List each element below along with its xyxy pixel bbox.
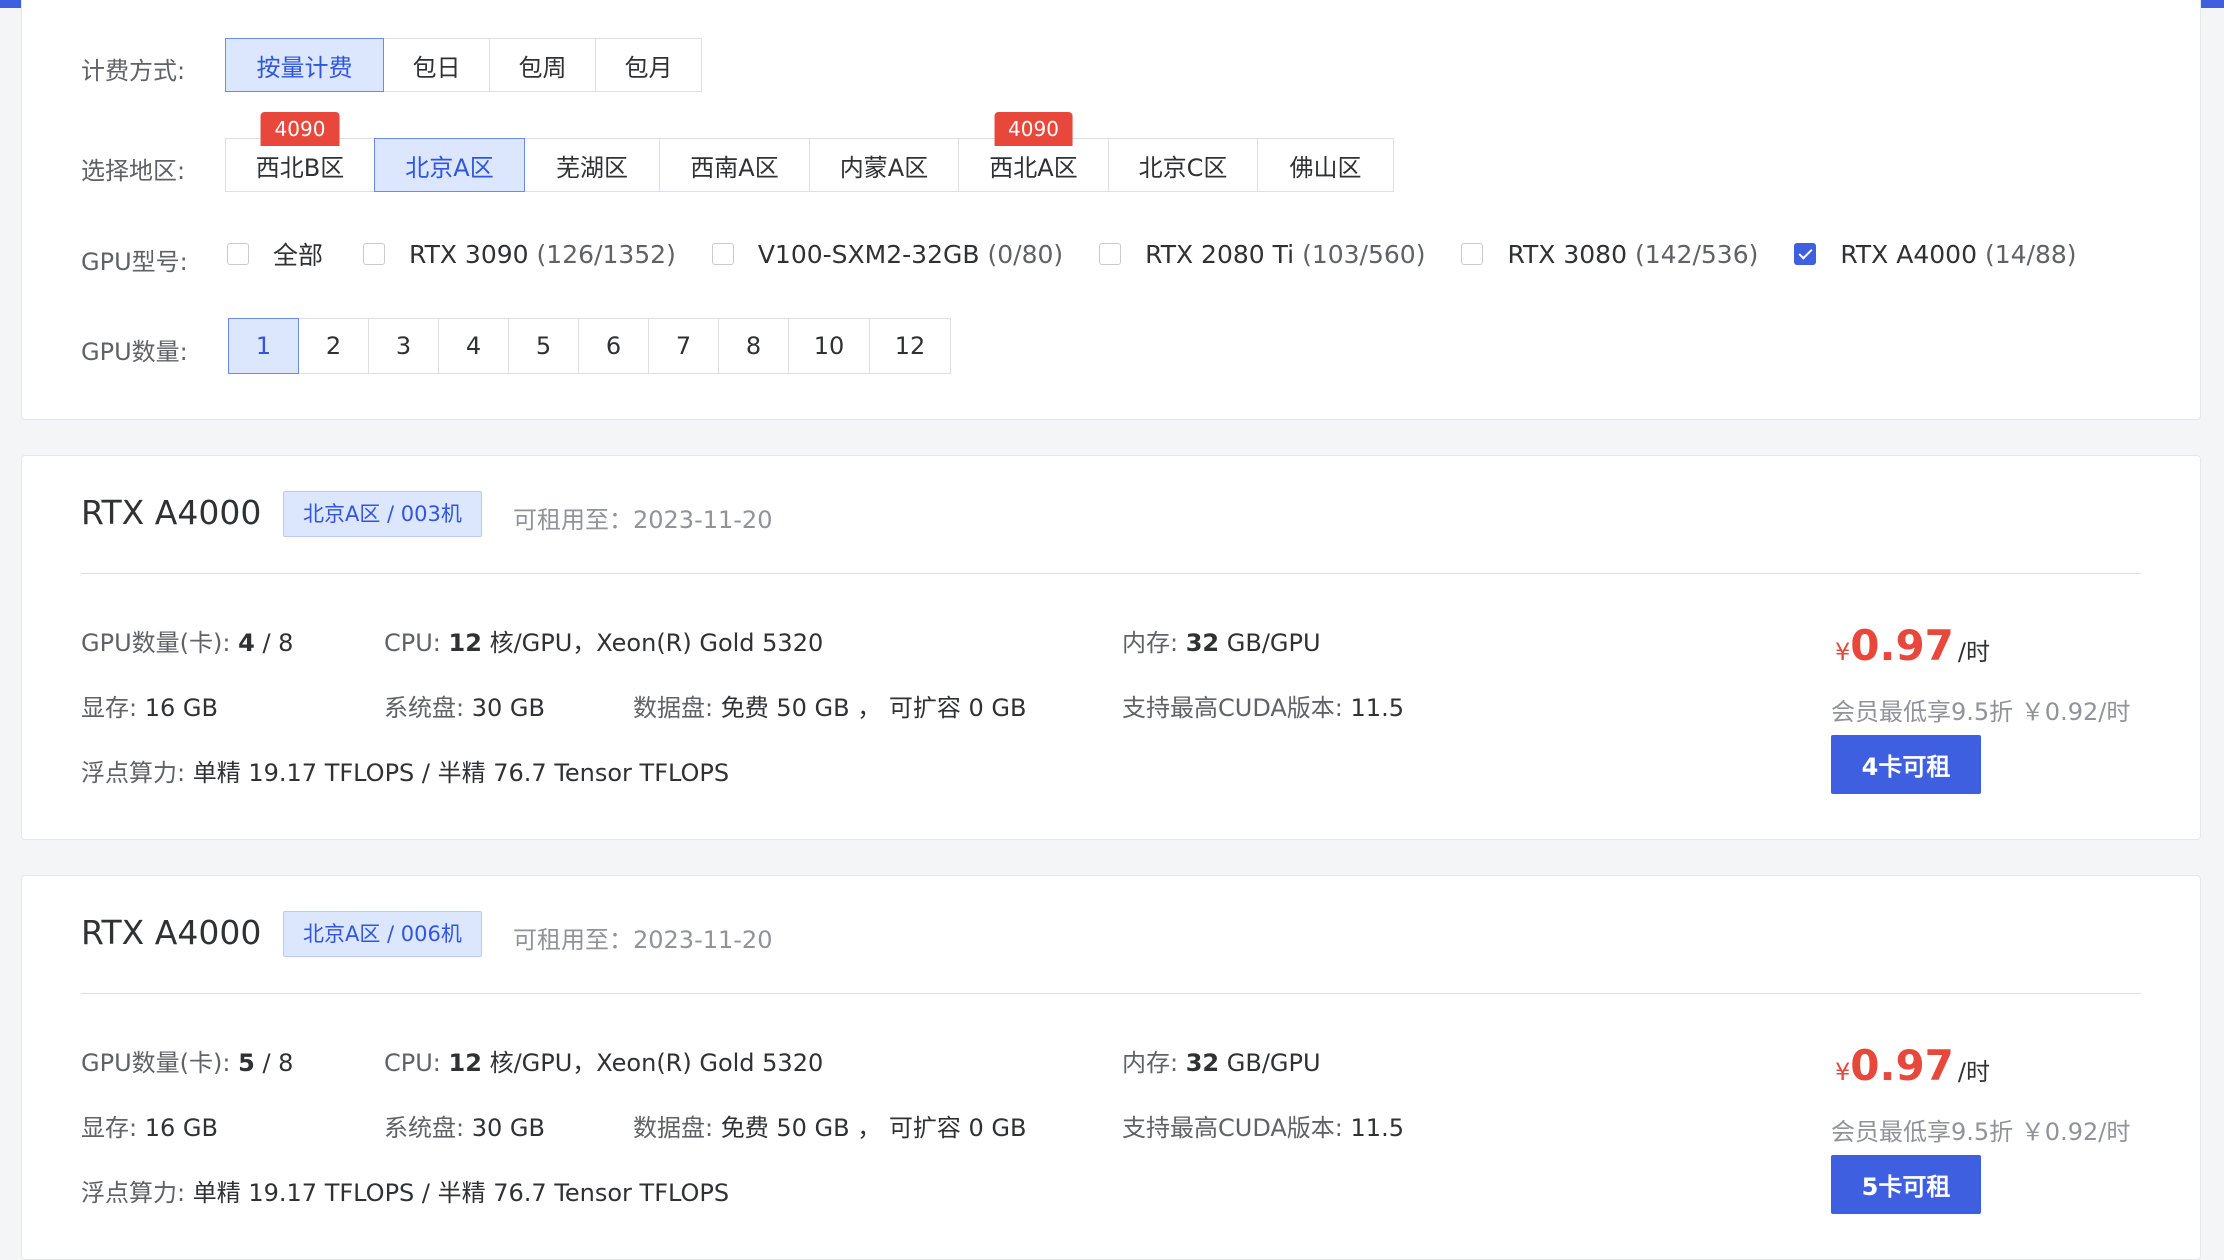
- spec-cpu: CPU: 12 核/GPU，Xeon(R) Gold 5320: [384, 1049, 824, 1077]
- region-option-wuhu[interactable]: 芜湖区: [524, 138, 660, 192]
- machine-card: RTX A4000 北京A区 / 006机 可租用至：2023-11-20 GP…: [21, 875, 2201, 1260]
- region-badge: 4090: [994, 112, 1073, 146]
- billing-option-monthly[interactable]: 包月: [595, 38, 702, 92]
- billing-label: 计费方式:: [81, 57, 186, 85]
- spec-data-disk: 数据盘: 免费 50 GB ， 可扩容 0 GB: [633, 1114, 1027, 1142]
- checkbox[interactable]: [1099, 243, 1122, 265]
- spec-gpu-count: GPU数量(卡): 5 / 8: [81, 1049, 294, 1077]
- region-option-xibei-a[interactable]: 4090 西北A区: [958, 112, 1109, 192]
- gpu-type-label: GPU型号:: [81, 248, 188, 276]
- machine-title: RTX A4000: [81, 913, 262, 952]
- gpu-type-rtx-3080[interactable]: RTX 3080 (142/536): [1461, 240, 1758, 269]
- gpu-count-option[interactable]: 7: [648, 318, 719, 374]
- rent-button[interactable]: 4卡可租: [1831, 735, 1981, 794]
- region-selector: 4090 西北B区 北京A区 芜湖区 西南A区 内蒙A区 4090 西北A区 北…: [225, 112, 1394, 192]
- checkbox-checked[interactable]: [1794, 243, 1817, 265]
- divider: [81, 573, 2141, 574]
- region-option-xinan-a[interactable]: 西南A区: [659, 138, 810, 192]
- gpu-count-option[interactable]: 5: [508, 318, 579, 374]
- gpu-count-option[interactable]: 1: [228, 318, 299, 374]
- spec-flops: 浮点算力: 单精 19.17 TFLOPS / 半精 76.7 Tensor T…: [81, 759, 730, 787]
- gpu-count-option[interactable]: 2: [298, 318, 369, 374]
- available-until: 可租用至：2023-11-20: [513, 506, 773, 534]
- gpu-count-label: GPU数量:: [81, 338, 188, 366]
- gpu-count-option[interactable]: 8: [718, 318, 789, 374]
- price: ¥0.97/时: [1835, 621, 1991, 670]
- gpu-type-all[interactable]: 全部: [227, 236, 323, 272]
- divider: [81, 993, 2141, 994]
- spec-memory: 内存: 32 GB/GPU: [1122, 629, 1321, 657]
- spec-vram: 显存: 16 GB: [81, 694, 218, 722]
- region-option-neimeng-a[interactable]: 内蒙A区: [809, 138, 959, 192]
- region-option-beijing-c[interactable]: 北京C区: [1108, 138, 1258, 192]
- region-option-label: 北京C区: [1138, 153, 1228, 182]
- gpu-type-rtx-a4000[interactable]: RTX A4000 (14/88): [1794, 240, 2077, 269]
- billing-selector: 按量计费 包日 包周 包月: [225, 38, 702, 92]
- gpu-count-option[interactable]: 3: [368, 318, 439, 374]
- region-option-label: 佛山区: [1289, 153, 1362, 182]
- available-until: 可租用至：2023-11-20: [513, 926, 773, 954]
- machine-card: RTX A4000 北京A区 / 003机 可租用至：2023-11-20 GP…: [21, 455, 2201, 840]
- gpu-count-selector: 1 2 3 4 5 6 7 8 10 12: [228, 318, 951, 374]
- region-label: 选择地区:: [81, 157, 186, 185]
- region-option-xibei-b[interactable]: 4090 西北B区: [225, 112, 375, 192]
- region-option-foshan[interactable]: 佛山区: [1257, 138, 1394, 192]
- machine-region-tag: 北京A区 / 003机: [283, 491, 482, 537]
- spec-gpu-count: GPU数量(卡): 4 / 8: [81, 629, 294, 657]
- region-option-label: 内蒙A区: [839, 153, 929, 182]
- spec-vram: 显存: 16 GB: [81, 1114, 218, 1142]
- billing-option-daily[interactable]: 包日: [383, 38, 490, 92]
- machine-region-tag: 北京A区 / 006机: [283, 911, 482, 957]
- region-option-label: 北京A区: [405, 153, 494, 182]
- checkbox[interactable]: [227, 243, 249, 265]
- member-discount: 会员最低享9.5折 ￥0.92/时: [1831, 698, 2131, 726]
- region-option-label: 西北A区: [989, 153, 1078, 182]
- spec-cuda: 支持最高CUDA版本: 11.5: [1122, 1114, 1404, 1142]
- gpu-type-rtx-2080ti[interactable]: RTX 2080 Ti (103/560): [1099, 240, 1425, 269]
- spec-memory: 内存: 32 GB/GPU: [1122, 1049, 1321, 1077]
- gpu-type-list: 全部 RTX 3090 (126/1352) V100-SXM2-32GB (0…: [227, 236, 2077, 272]
- spec-data-disk: 数据盘: 免费 50 GB ， 可扩容 0 GB: [633, 694, 1027, 722]
- price: ¥0.97/时: [1835, 1041, 1991, 1090]
- gpu-count-option[interactable]: 10: [788, 318, 870, 374]
- machine-title: RTX A4000: [81, 493, 262, 532]
- checkbox[interactable]: [1461, 243, 1484, 265]
- spec-cuda: 支持最高CUDA版本: 11.5: [1122, 694, 1404, 722]
- gpu-type-v100[interactable]: V100-SXM2-32GB (0/80): [711, 240, 1063, 269]
- filter-panel: 计费方式: 按量计费 包日 包周 包月 选择地区: 4090 西北B区 北京A区…: [21, 0, 2201, 420]
- spec-cpu: CPU: 12 核/GPU，Xeon(R) Gold 5320: [384, 629, 824, 657]
- region-option-label: 芜湖区: [556, 153, 628, 182]
- checkbox[interactable]: [711, 243, 734, 265]
- member-discount: 会员最低享9.5折 ￥0.92/时: [1831, 1118, 2131, 1146]
- region-option-label: 西北B区: [255, 153, 345, 182]
- billing-option-weekly[interactable]: 包周: [489, 38, 596, 92]
- spec-system-disk: 系统盘: 30 GB: [384, 694, 545, 722]
- spec-flops: 浮点算力: 单精 19.17 TFLOPS / 半精 76.7 Tensor T…: [81, 1179, 730, 1207]
- region-option-label: 西南A区: [690, 153, 779, 182]
- billing-option-pay-as-you-go[interactable]: 按量计费: [225, 38, 384, 92]
- gpu-type-rtx-3090[interactable]: RTX 3090 (126/1352): [363, 240, 676, 269]
- gpu-count-option[interactable]: 12: [869, 318, 951, 374]
- spec-system-disk: 系统盘: 30 GB: [384, 1114, 545, 1142]
- rent-button[interactable]: 5卡可租: [1831, 1155, 1981, 1214]
- gpu-count-option[interactable]: 6: [578, 318, 649, 374]
- region-option-beijing-a[interactable]: 北京A区: [374, 138, 525, 192]
- region-badge: 4090: [260, 112, 340, 146]
- gpu-count-option[interactable]: 4: [438, 318, 509, 374]
- checkbox[interactable]: [363, 243, 386, 265]
